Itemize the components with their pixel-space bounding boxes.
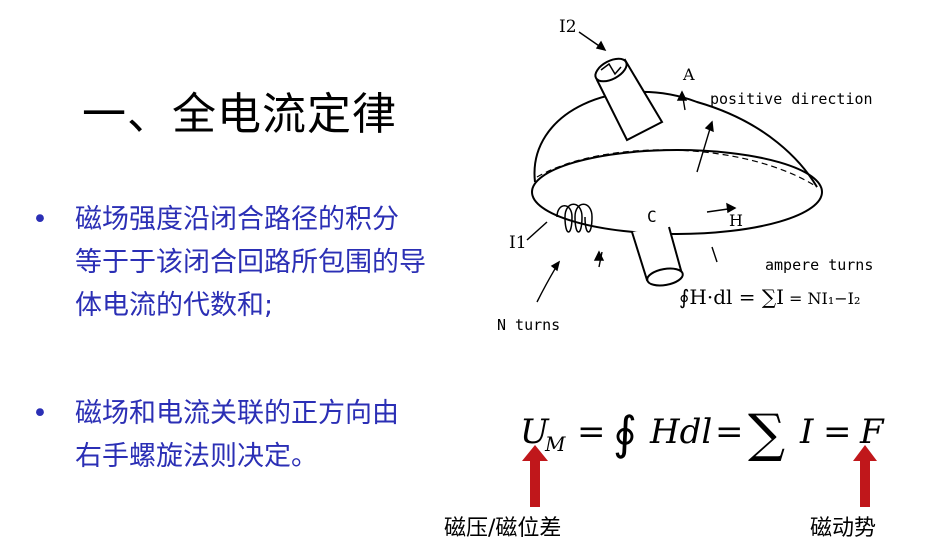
eq-i: I (799, 412, 814, 452)
svg-text:=: = (715, 412, 744, 452)
slide-title: 一、全电流定律 (82, 89, 397, 140)
label-a: A (682, 65, 695, 84)
arrow-up-icon (522, 445, 548, 507)
eq-hdl: Hdl (649, 412, 712, 452)
ampere-law-diagram: I2 A positive direction C H I1 ampere tu… (497, 12, 905, 335)
bullet-text: 磁场和电流关联的正方向由 右手螺旋法则决定。 (75, 392, 455, 478)
label-ampere-turns: ampere turns (765, 256, 873, 274)
label-c: C (647, 207, 657, 226)
bullet-marker: • (32, 204, 48, 235)
bullet-text: 磁场强度沿闭合路径的积分 等于于该闭合回路所包围的导 体电流的代数和; (75, 198, 455, 327)
label-positive-direction: positive direction (710, 90, 873, 108)
arrow-up-icon (853, 445, 877, 507)
figure-formula-lhs: ∮H·dl = ∑I (679, 285, 784, 309)
sum-icon: ∑ (748, 404, 785, 464)
bullet-line: 右手螺旋法则决定。 (75, 441, 318, 472)
label-i2: I2 (559, 17, 577, 37)
label-magnetomotive-force: 磁动势 (810, 516, 877, 541)
label-magnetic-voltage: 磁压/磁位差 (444, 516, 562, 541)
bullet-line: 等于于该闭合回路所包围的导 (75, 247, 426, 278)
svg-text:=: = (577, 412, 606, 452)
contour-integral-icon: ∮ (613, 406, 637, 460)
bullet-line: 磁场和电流关联的正方向由 (75, 398, 399, 429)
svg-text:=: = (823, 412, 852, 452)
bullet-marker: • (32, 398, 48, 429)
bullet-line: 磁场强度沿闭合路径的积分 (75, 204, 399, 235)
label-i1: I1 (509, 233, 527, 253)
figure-formula-rhs: = NI₁−I₂ (789, 289, 860, 308)
label-n-turns: N turns (497, 316, 560, 334)
label-h: H (729, 211, 743, 230)
bullet-line: 体电流的代数和; (75, 290, 274, 321)
